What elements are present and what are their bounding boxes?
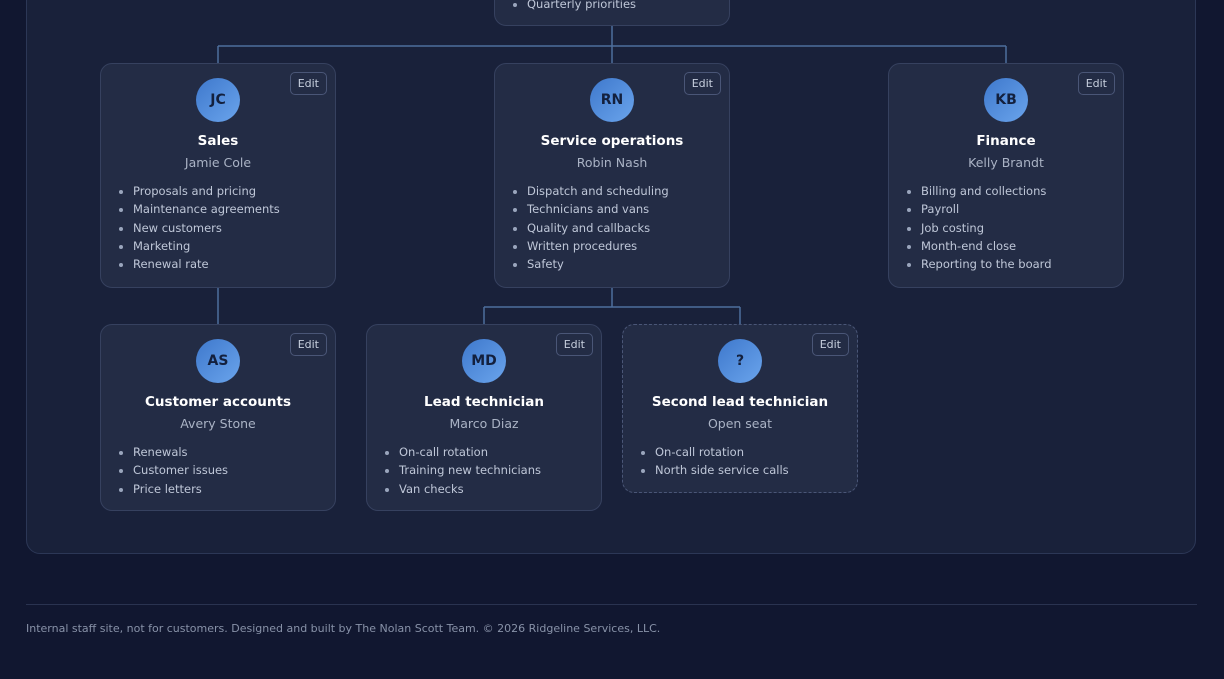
avatar: AS (196, 339, 240, 383)
duty-item: Month-end close (921, 237, 1052, 255)
footer-text: Internal staff site, not for customers. … (26, 622, 661, 635)
duty-item: Quarterly priorities (527, 0, 636, 13)
org-card-finance: Edit KB Finance Kelly Brandt Billing and… (888, 63, 1124, 288)
edit-button[interactable]: Edit (811, 333, 849, 356)
edit-button[interactable]: Edit (1077, 72, 1115, 95)
org-card-service-operations: Edit RN Service operations Robin Nash Di… (494, 63, 730, 288)
card-title: Service operations (540, 133, 684, 149)
org-card-owner: Quarterly priorities (494, 0, 730, 26)
edit-button[interactable]: Edit (683, 72, 721, 95)
avatar: ? (718, 339, 762, 383)
edit-button[interactable]: Edit (555, 333, 593, 356)
avatar: JC (196, 78, 240, 122)
duty-item: Renewals (133, 443, 228, 461)
avatar: MD (462, 339, 506, 383)
duty-item: Reporting to the board (921, 255, 1052, 273)
card-title: Finance (976, 133, 1036, 149)
owner-duties-list: Quarterly priorities (527, 0, 636, 13)
card-person-name: Marco Diaz (449, 416, 519, 431)
duty-item: Dispatch and scheduling (527, 182, 669, 200)
duty-item: Written procedures (527, 237, 669, 255)
duty-item: Renewal rate (133, 255, 280, 273)
duty-item: New customers (133, 219, 280, 237)
duty-item: Payroll (921, 200, 1052, 218)
duty-item: North side service calls (655, 461, 789, 479)
duty-item: Billing and collections (921, 182, 1052, 200)
duties-list: Proposals and pricing Maintenance agreem… (133, 182, 280, 273)
duty-item: Van checks (399, 480, 541, 498)
edit-button[interactable]: Edit (289, 333, 327, 356)
duty-item: On-call rotation (399, 443, 541, 461)
card-title: Lead technician (423, 394, 545, 410)
org-card-second-lead-technician: Edit ? Second lead technician Open seat … (622, 324, 858, 493)
duty-item: Maintenance agreements (133, 200, 280, 218)
avatar: KB (984, 78, 1028, 122)
avatar: RN (590, 78, 634, 122)
card-person-name: Jamie Cole (184, 155, 252, 170)
duty-item: Customer issues (133, 461, 228, 479)
card-title: Second lead technician (651, 394, 829, 410)
card-person-name: Robin Nash (576, 155, 648, 170)
org-card-lead-technician: Edit MD Lead technician Marco Diaz On-ca… (366, 324, 602, 511)
card-title: Customer accounts (145, 394, 291, 410)
duties-list: Renewals Customer issues Price letters (133, 443, 228, 498)
duty-item: Proposals and pricing (133, 182, 280, 200)
org-card-customer-accounts: Edit AS Customer accounts Avery Stone Re… (100, 324, 336, 511)
card-person-name: Avery Stone (180, 416, 256, 431)
duty-item: Quality and callbacks (527, 219, 669, 237)
duties-list: On-call rotation Training new technician… (399, 443, 541, 498)
duty-item: Technicians and vans (527, 200, 669, 218)
duty-item: Training new technicians (399, 461, 541, 479)
duties-list: Dispatch and scheduling Technicians and … (527, 182, 669, 273)
duty-item: Marketing (133, 237, 280, 255)
duty-item: Job costing (921, 219, 1052, 237)
org-card-sales: Edit JC Sales Jamie Cole Proposals and p… (100, 63, 336, 288)
edit-button[interactable]: Edit (289, 72, 327, 95)
duty-item: Safety (527, 255, 669, 273)
duties-list: Billing and collections Payroll Job cost… (921, 182, 1052, 273)
duties-list: On-call rotation North side service call… (655, 443, 789, 480)
duty-item: On-call rotation (655, 443, 789, 461)
card-title: Sales (197, 133, 239, 149)
duty-item: Price letters (133, 480, 228, 498)
card-person-name: Open seat (707, 416, 773, 431)
footer-divider (26, 604, 1197, 605)
card-person-name: Kelly Brandt (968, 155, 1044, 170)
